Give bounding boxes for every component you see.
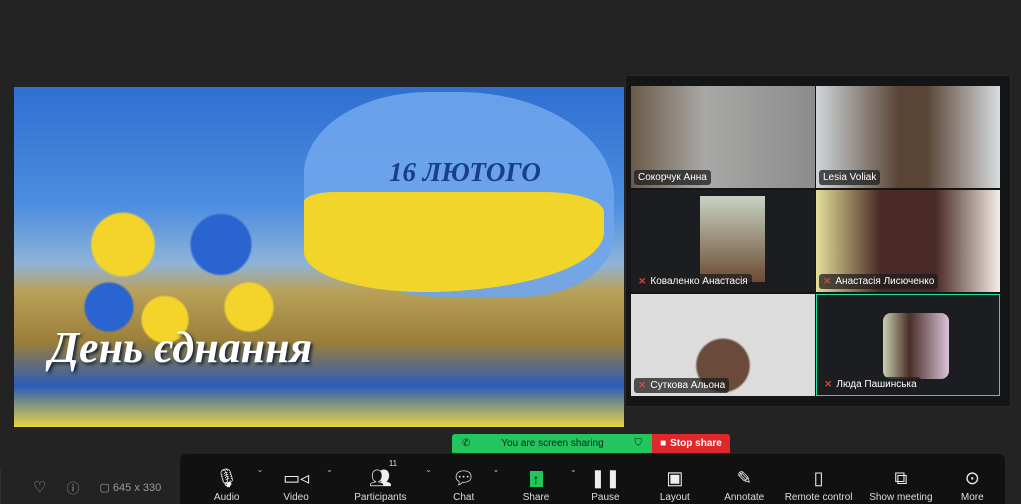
layout-button[interactable]: ▣ Layout [636,455,713,503]
participant-name: ⨯ Люда Пашинська [820,377,921,392]
share-button[interactable]: ↑ ⌄ Share [497,455,577,503]
mic-muted-icon: ⨯ [638,380,647,391]
video-tile[interactable]: ⨯ Суткова Альона [631,294,815,396]
participant-name: Lesia Voliak [819,170,881,185]
participant-name: ⨯ Суткова Альона [634,378,730,393]
slide-date: 16 ЛЮТОГО [389,157,541,187]
participant-name: Сокорчук Анна [634,170,711,185]
share-icon: ↑ [529,464,543,492]
heart-icon[interactable]: ♡ [33,478,46,496]
stop-share-button[interactable]: ■ Stop share [652,434,730,453]
remote-control-button[interactable]: ▯ Remote control [775,455,862,503]
meeting-toolbar: 🎙︎ ⌄ Audio ▭◃ ⌄ Video 👥︎ 11 ⌄ Participants 💬︎ ⌄ C… [180,454,1005,504]
video-tile[interactable]: ⨯ Анастасія Лисюченко [816,190,1000,292]
annotate-button[interactable]: ✎ Annotate [714,455,775,503]
shared-screen: 16 ЛЮТОГО День єднання [14,87,624,427]
mic-muted-icon: ⨯ [823,276,832,287]
slide-title: День єднання [49,323,313,372]
participants-button[interactable]: 👥︎ 11 ⌄ Participants [331,455,432,503]
video-panel: Сокорчук Анна Lesia Voliak ⨯ Коваленко Ан… [625,75,1011,407]
camera-icon: ▭◃ [283,468,310,488]
video-tile-active[interactable]: ⨯ Люда Пашинська [816,294,1000,396]
layout-icon: ▣ [666,468,684,488]
pause-icon: ❚❚ [590,468,621,488]
resolution-label: ▢ 645 x 330 [99,481,162,494]
info-icon[interactable]: ⓘ [66,478,79,497]
mouse-icon: ▯ [813,468,824,488]
show-meeting-button[interactable]: ⧉ Show meeting [862,455,939,503]
show-meeting-icon: ⧉ [894,468,908,488]
chat-icon: 💬︎ [452,468,476,488]
status-bar: ♡ ⓘ ▢ 645 x 330 [0,470,180,504]
phone-icon: ✆ [462,438,471,449]
participant-name: ⨯ Анастасія Лисюченко [819,274,939,289]
video-tile[interactable]: ⨯ Коваленко Анастасія [631,190,815,292]
audio-button[interactable]: 🎙︎ ⌄ Audio [192,455,264,503]
shield-icon: ⛉ [634,438,643,449]
more-icon: ⊙ [964,468,980,488]
stop-icon: ■ [660,438,667,449]
video-button[interactable]: ▭◃ ⌄ Video [261,455,333,503]
pencil-icon: ✎ [736,468,752,488]
mic-muted-icon: ⨯ [824,379,833,390]
screen-sharing-banner: ✆ You are screen sharing ⛉ [452,434,652,453]
video-tile[interactable]: Сокорчук Анна [631,86,815,188]
video-tile[interactable]: Lesia Voliak [816,86,1000,188]
participants-icon: 👥︎ [368,468,392,488]
more-button[interactable]: ⊙ More [940,455,1005,503]
microphone-icon: 🎙︎ [215,468,239,488]
chat-button[interactable]: 💬︎ ⌄ Chat [430,455,499,503]
pause-button[interactable]: ❚❚ Pause [575,455,636,503]
participant-name: ⨯ Коваленко Анастасія [634,274,752,289]
mic-muted-icon: ⨯ [638,276,647,287]
participants-count: 11 [388,459,398,468]
